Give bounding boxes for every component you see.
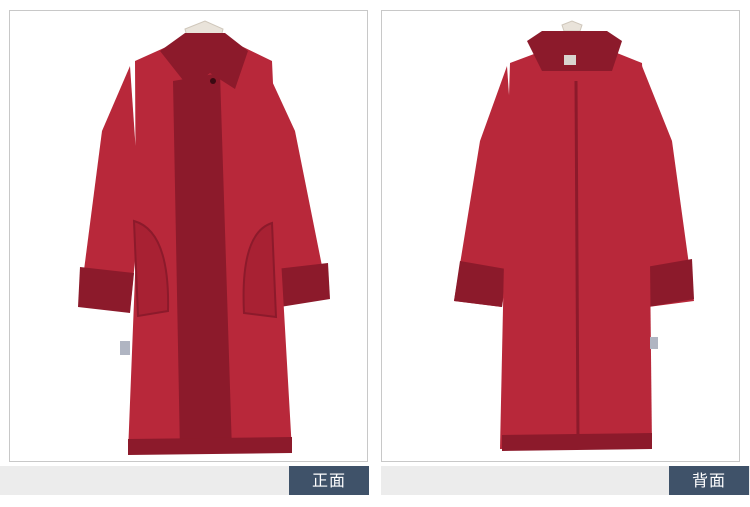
back-photo-panel: [381, 10, 740, 462]
front-photo-panel: [9, 10, 368, 462]
coat-front-icon: [78, 20, 330, 455]
front-label: 正面: [289, 466, 369, 495]
coat-back-icon: [454, 20, 694, 451]
back-label: 背面: [669, 466, 749, 495]
